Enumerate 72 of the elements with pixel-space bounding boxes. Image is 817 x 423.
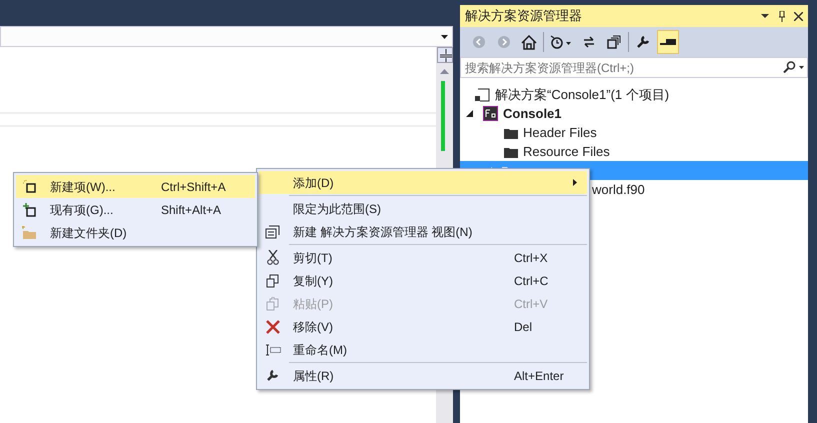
shortcut-label: Del	[514, 318, 532, 336]
menu-item-label: 重命名(M)	[293, 342, 347, 356]
menu-item-label: 新建 解决方案资源管理器 视图(N)	[293, 224, 472, 238]
search-field[interactable]: 搜索解决方案资源管理器(Ctrl+;)	[460, 57, 808, 78]
close-icon[interactable]	[794, 12, 803, 20]
new-folder-icon	[22, 226, 37, 240]
toolbar-button[interactable]	[657, 30, 679, 54]
panel-title: 解决方案资源管理器	[465, 7, 583, 26]
project-icon	[483, 106, 498, 121]
tree-row[interactable]: Header Files	[460, 123, 808, 142]
menu-item[interactable]: 复制(Y) Ctrl+C	[259, 269, 587, 292]
menu-item[interactable]: 新建项(W)... Ctrl+Shift+A	[16, 175, 255, 198]
menu-item[interactable]: 属性(R) Alt+Enter	[259, 364, 587, 387]
home-icon	[521, 34, 537, 50]
tree-row[interactable]: Resource Files	[460, 142, 808, 161]
forward-icon	[497, 35, 511, 49]
menu-item-label: 粘贴(P)	[293, 296, 333, 310]
menu-item-label: 剪切(T)	[293, 250, 332, 264]
menu-item-label: 添加(D)	[293, 176, 334, 190]
wrench-icon	[636, 35, 650, 49]
tree-row[interactable]: Console1	[460, 104, 808, 123]
tree-item-label: world.f90	[592, 180, 645, 199]
collapse-all-icon	[607, 35, 621, 49]
menu-item-label: 限定为此范围(S)	[293, 202, 381, 216]
menu-item-label: 新建文件夹(D)	[50, 226, 127, 240]
scissors-icon	[266, 250, 278, 265]
menu-item[interactable]: 现有项(G)... Shift+Alt+A	[16, 198, 255, 221]
menu-item-label: 现有项(G)...	[50, 202, 114, 216]
add-existing-icon	[22, 202, 36, 216]
new-view-icon	[265, 224, 280, 238]
folder-icon	[504, 126, 518, 138]
menu-item[interactable]: 移除(V) Del	[259, 315, 587, 338]
menu-item-label: 移除(V)	[293, 320, 333, 334]
shortcut-label: Ctrl+V	[514, 296, 548, 312]
rename-icon	[264, 344, 280, 356]
shortcut-label: Shift+Alt+A	[161, 202, 222, 218]
tree-row[interactable]: 解决方案“Console1”(1 个项目)	[460, 85, 808, 104]
sync-arrows-icon	[582, 35, 596, 49]
dropdown-field[interactable]	[0, 26, 453, 47]
search-icon	[782, 61, 804, 73]
menu-item[interactable]: 新建 解决方案资源管理器 视图(N)	[259, 220, 587, 243]
shortcut-label: Ctrl+Shift+A	[161, 178, 226, 196]
menu-item[interactable]: 新建文件夹(D)	[16, 221, 255, 244]
solution-icon	[474, 88, 490, 102]
menu-item-label: 复制(Y)	[293, 274, 333, 288]
tree-item-label: Resource Files	[523, 142, 610, 161]
shortcut-label: Alt+Enter	[514, 368, 564, 384]
tree-item-label: 解决方案“Console1”(1 个项目)	[495, 86, 670, 104]
tree-item-label: Header Files	[523, 124, 597, 142]
clock-icon	[550, 34, 572, 50]
menu-item-label: 属性(R)	[293, 368, 334, 382]
scroll-up-icon	[440, 69, 449, 74]
tree-item-label: Console1	[503, 104, 562, 123]
new-item-icon	[22, 180, 36, 194]
copy-icon	[266, 274, 279, 288]
pin-icon[interactable]	[778, 10, 786, 22]
paste-icon	[266, 296, 279, 310]
menu-item[interactable]: 限定为此范围(S)	[259, 197, 587, 220]
menu-item-label: 新建项(W)...	[50, 180, 116, 194]
delete-icon	[266, 320, 280, 334]
back-icon	[472, 35, 486, 49]
folder-icon	[504, 146, 518, 158]
menu-item[interactable]: 重命名(M)	[259, 338, 587, 361]
wrench-icon	[266, 369, 279, 382]
shortcut-label: Ctrl+C	[514, 272, 548, 290]
change-marker	[440, 81, 444, 151]
dropdown-arrow-icon[interactable]	[761, 14, 769, 18]
preview-icon	[660, 38, 676, 46]
menu-item[interactable]: 剪切(T) Ctrl+X	[259, 246, 587, 269]
shortcut-label: Ctrl+X	[514, 250, 548, 266]
menu-item[interactable]: 添加(D)	[259, 171, 587, 194]
dropdown-arrow-icon	[441, 34, 448, 38]
